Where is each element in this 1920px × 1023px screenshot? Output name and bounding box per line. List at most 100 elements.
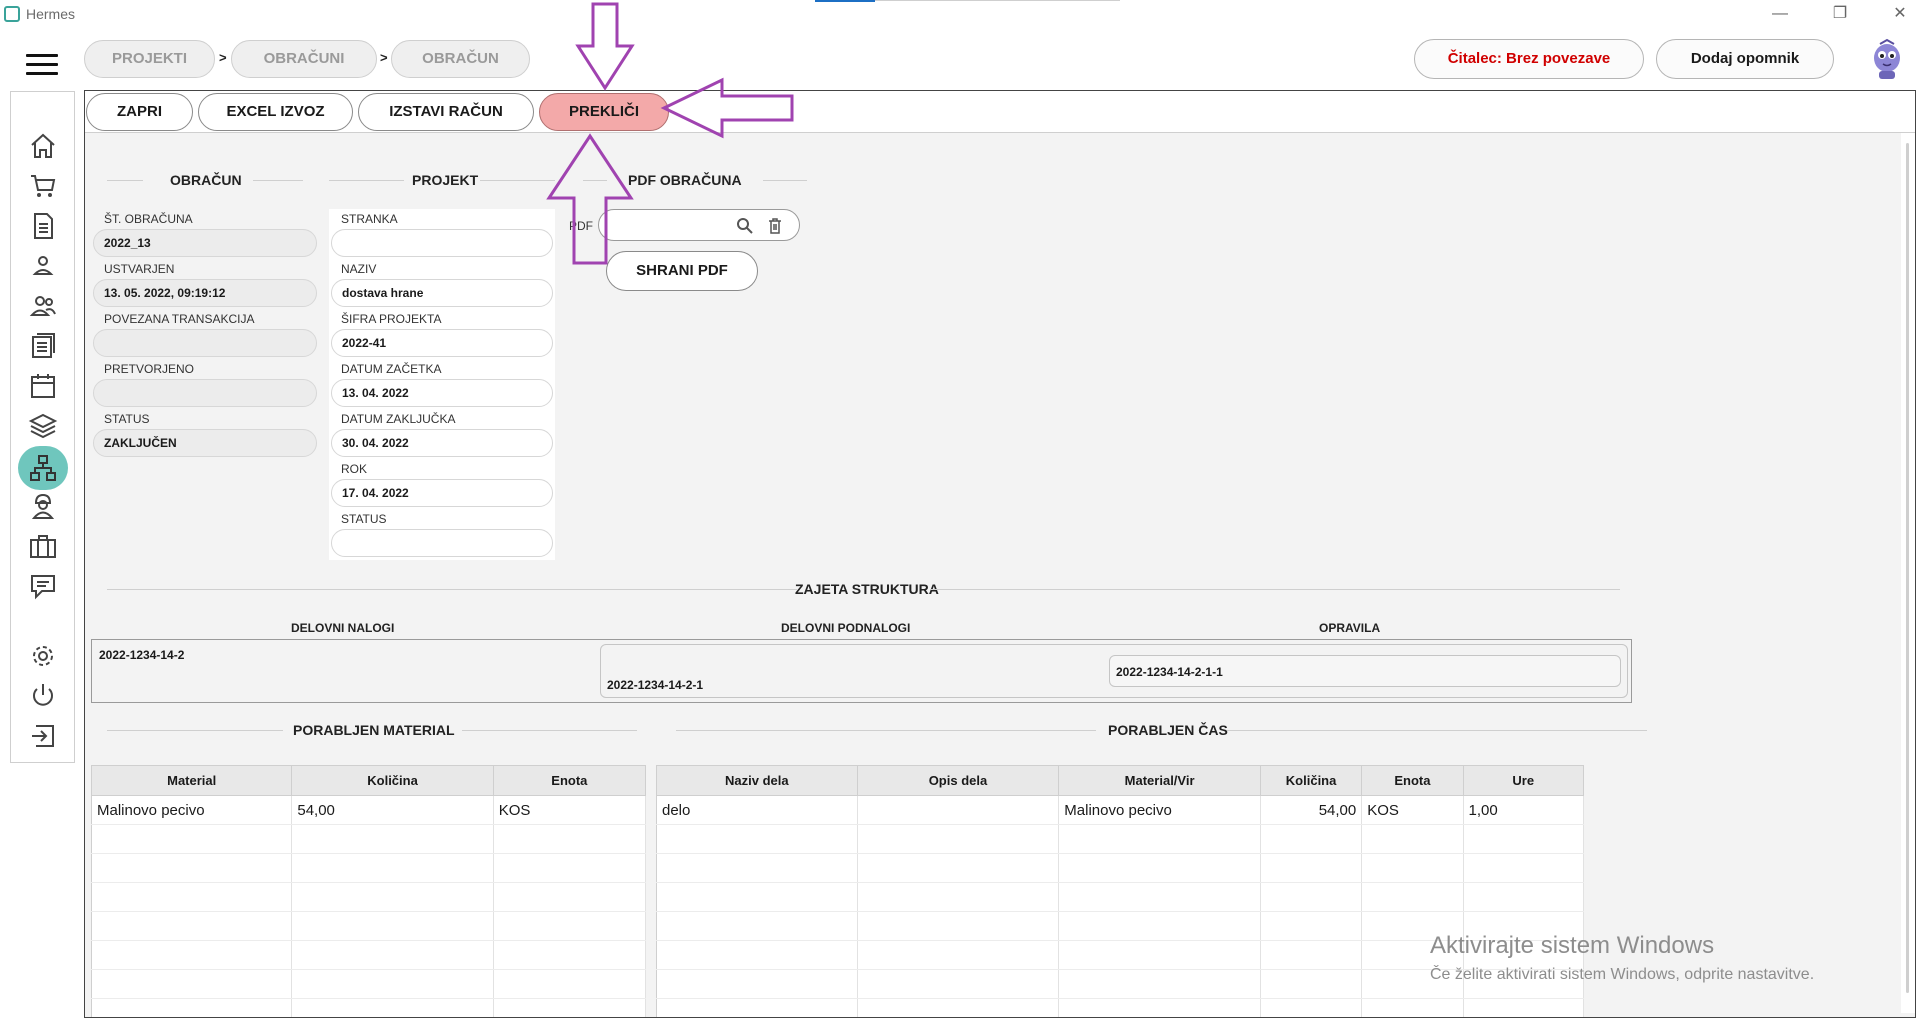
table-cell: Malinovo pecivo: [91, 795, 293, 825]
table-cell: Malinovo pecivo: [1058, 795, 1261, 825]
material-col-header[interactable]: Enota: [492, 765, 647, 796]
table-cell: [493, 969, 647, 999]
time-col-header[interactable]: Ure: [1462, 765, 1585, 796]
material-title: PORABLJEN MATERIAL: [293, 722, 455, 738]
status-field: ZAKLJUČEN: [93, 429, 317, 457]
reader-status-button[interactable]: Čitalec: Brez povezave: [1414, 39, 1644, 79]
cancel-button[interactable]: PREKLIČI: [539, 93, 669, 131]
material-col-header[interactable]: Količina: [291, 765, 494, 796]
logout-icon[interactable]: [28, 721, 58, 751]
minimize-button[interactable]: —: [1760, 2, 1800, 26]
table-row[interactable]: delo Malinovo pecivo 54,00 KOS 1,00: [656, 795, 1585, 825]
field-label: PRETVORJENO: [104, 362, 195, 376]
avatar[interactable]: [1870, 38, 1904, 80]
section-divider: [763, 180, 807, 181]
table-row[interactable]: [91, 940, 647, 970]
issue-invoice-button[interactable]: IZSTAVI RAČUN: [358, 93, 534, 131]
linked-transaction-field: [93, 329, 317, 357]
table-cell: [291, 940, 494, 970]
table-cell: [1361, 824, 1464, 854]
time-title: PORABLJEN ČAS: [1108, 722, 1228, 738]
sub-order-item[interactable]: 2022-1234-14-2-1: [607, 678, 703, 692]
field-label: ROK: [341, 462, 368, 476]
worker-icon[interactable]: [28, 491, 58, 521]
hierarchy-icon[interactable]: [18, 446, 68, 490]
search-icon[interactable]: [736, 217, 754, 235]
document-icon[interactable]: [28, 211, 58, 241]
people-icon[interactable]: [28, 291, 58, 321]
table-cell: [857, 969, 1060, 999]
table-cell: [1058, 882, 1261, 912]
col-header-opravila: OPRAVILA: [1319, 621, 1381, 635]
table-row[interactable]: [656, 824, 1585, 854]
layers-icon[interactable]: [28, 411, 58, 441]
table-row[interactable]: [91, 969, 647, 999]
scroll-thumb[interactable]: [1906, 143, 1909, 993]
table-row[interactable]: [656, 998, 1585, 1017]
table-cell: [1463, 824, 1585, 854]
task-box[interactable]: 2022-1234-14-2-1-1: [1109, 655, 1621, 687]
breadcrumb-obracuni[interactable]: OBRAČUNI: [231, 40, 377, 78]
toolbar: ZAPRI EXCEL IZVOZ IZSTAVI RAČUN PREKLIČI: [85, 91, 1915, 133]
section-divider: [107, 589, 797, 590]
table-cell: [656, 882, 858, 912]
task-item[interactable]: 2022-1234-14-2-1-1: [1116, 665, 1223, 679]
calendar-icon[interactable]: [28, 371, 58, 401]
menu-icon[interactable]: [26, 54, 58, 76]
table-cell: 54,00: [291, 795, 494, 825]
home-icon[interactable]: [28, 131, 58, 161]
table-cell: [291, 911, 494, 941]
material-col-header[interactable]: Material: [90, 765, 293, 796]
table-row[interactable]: [656, 882, 1585, 912]
trash-icon[interactable]: [768, 217, 782, 235]
work-order-item[interactable]: 2022-1234-14-2: [99, 648, 184, 662]
table-cell: [493, 824, 647, 854]
table-row[interactable]: [91, 824, 647, 854]
table-cell: [1260, 940, 1363, 970]
table-row[interactable]: [656, 853, 1585, 883]
table-row[interactable]: Malinovo pecivo 54,00 KOS: [91, 795, 647, 825]
table-cell: [857, 882, 1060, 912]
table-row[interactable]: [91, 882, 647, 912]
table-row[interactable]: [91, 911, 647, 941]
breadcrumb-projekti[interactable]: PROJEKTI: [84, 40, 215, 78]
table-cell: [1058, 940, 1261, 970]
section-divider: [930, 589, 1620, 590]
close-button[interactable]: ZAPRI: [86, 93, 193, 131]
time-col-header[interactable]: Opis dela: [856, 765, 1060, 796]
field-label: STRANKA: [341, 212, 398, 226]
time-col-header[interactable]: Naziv dela: [656, 765, 858, 796]
time-col-header[interactable]: Enota: [1361, 765, 1464, 796]
maximize-button[interactable]: ❐: [1820, 2, 1860, 26]
gear-icon[interactable]: [28, 641, 58, 671]
breadcrumb-separator: >: [219, 50, 227, 65]
briefcase-icon[interactable]: [28, 531, 58, 561]
time-col-header[interactable]: Količina: [1259, 765, 1363, 796]
time-col-header[interactable]: Material/Vir: [1058, 765, 1261, 796]
chat-icon[interactable]: [28, 571, 58, 601]
table-cell: [656, 911, 858, 941]
table-cell: [857, 853, 1060, 883]
table-cell: [1463, 998, 1585, 1017]
breadcrumb-obracun[interactable]: OBRAČUN: [391, 40, 530, 78]
table-row[interactable]: [91, 853, 647, 883]
list-icon[interactable]: [28, 331, 58, 361]
table-row[interactable]: [91, 998, 647, 1017]
table-cell: [291, 882, 494, 912]
table-cell: [857, 998, 1060, 1017]
table-cell: [1260, 853, 1363, 883]
table-cell: [91, 824, 293, 854]
power-icon[interactable]: [28, 681, 58, 711]
add-reminder-button[interactable]: Dodaj opomnik: [1656, 39, 1834, 79]
field-label: USTVARJEN: [104, 262, 175, 276]
table-cell: [1058, 998, 1261, 1017]
person-icon[interactable]: [28, 251, 58, 281]
table-cell: [1361, 998, 1464, 1017]
title-bar: Hermes — ❐ ✕: [0, 0, 1920, 28]
title-divider: [875, 0, 1120, 1]
cart-icon[interactable]: [28, 171, 58, 201]
vertical-scrollbar[interactable]: [1901, 133, 1915, 1013]
sidebar: [10, 91, 75, 763]
excel-export-button[interactable]: EXCEL IZVOZ: [198, 93, 353, 131]
close-window-button[interactable]: ✕: [1880, 2, 1920, 26]
